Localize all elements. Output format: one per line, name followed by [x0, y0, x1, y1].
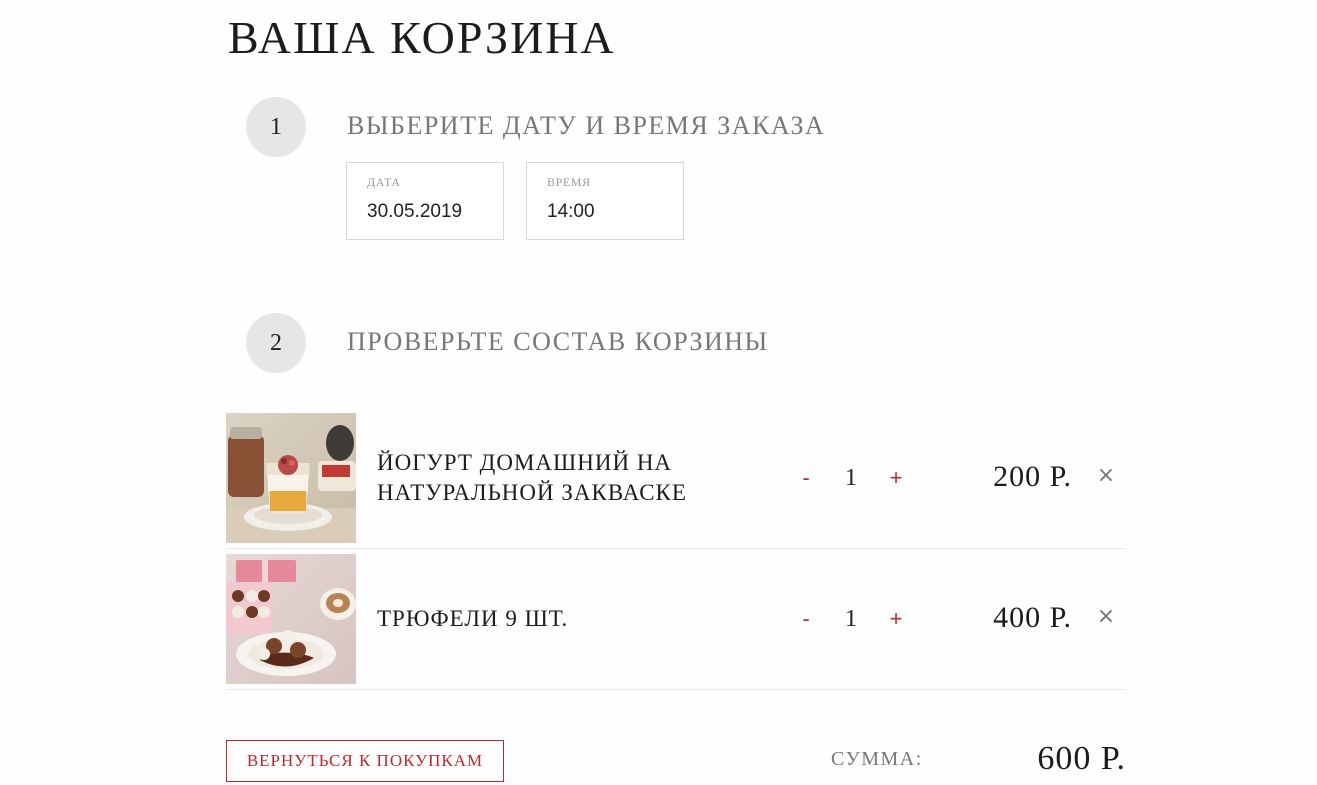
truffles-photo: [226, 554, 356, 684]
quantity-value: 1: [845, 465, 857, 491]
time-field[interactable]: Время 14:00: [526, 162, 684, 240]
item-price: 400 Р.: [993, 601, 1072, 634]
item-name: Трюфели 9 шт.: [377, 606, 569, 631]
item-name: Йогурт домашний на натуральной закваске: [377, 450, 687, 505]
quantity-value: 1: [845, 606, 857, 632]
row-divider: [226, 689, 1126, 690]
date-field[interactable]: Дата 30.05.2019: [346, 162, 504, 240]
increase-quantity-button[interactable]: +: [886, 463, 906, 493]
remove-item-button[interactable]: ×: [1096, 602, 1116, 632]
date-value[interactable]: 30.05.2019: [367, 201, 462, 223]
page-title: Ваша корзина: [228, 12, 616, 63]
item-price: 200 Р.: [993, 460, 1072, 493]
yogurt-photo: [226, 413, 356, 543]
row-divider: [226, 548, 1126, 549]
time-value[interactable]: 14:00: [547, 201, 595, 223]
step-number-1: 1: [246, 97, 306, 157]
date-label: Дата: [367, 175, 401, 189]
step-title-2: Проверьте состав корзины: [347, 327, 769, 356]
cart-item: Йогурт домашний на натуральной закваске …: [226, 413, 1126, 549]
step-title-1: Выберите дату и время заказа: [347, 111, 826, 140]
increase-quantity-button[interactable]: +: [886, 604, 906, 634]
cart-page: Ваша корзина 1 Выберите дату и время зак…: [0, 0, 1317, 785]
time-label: Время: [547, 175, 591, 189]
back-to-shopping-button[interactable]: Вернуться к покупкам: [226, 740, 504, 782]
product-image-truffles[interactable]: [226, 554, 356, 684]
step-number-2: 2: [246, 313, 306, 373]
decrease-quantity-button[interactable]: -: [796, 463, 816, 493]
total-label: Сумма:: [831, 748, 923, 770]
product-image-yogurt[interactable]: [226, 413, 356, 543]
total-value: 600 Р.: [1037, 740, 1126, 777]
remove-item-button[interactable]: ×: [1096, 461, 1116, 491]
decrease-quantity-button[interactable]: -: [796, 604, 816, 634]
cart-item: Трюфели 9 шт. - 1 + 400 Р. ×: [226, 554, 1126, 690]
